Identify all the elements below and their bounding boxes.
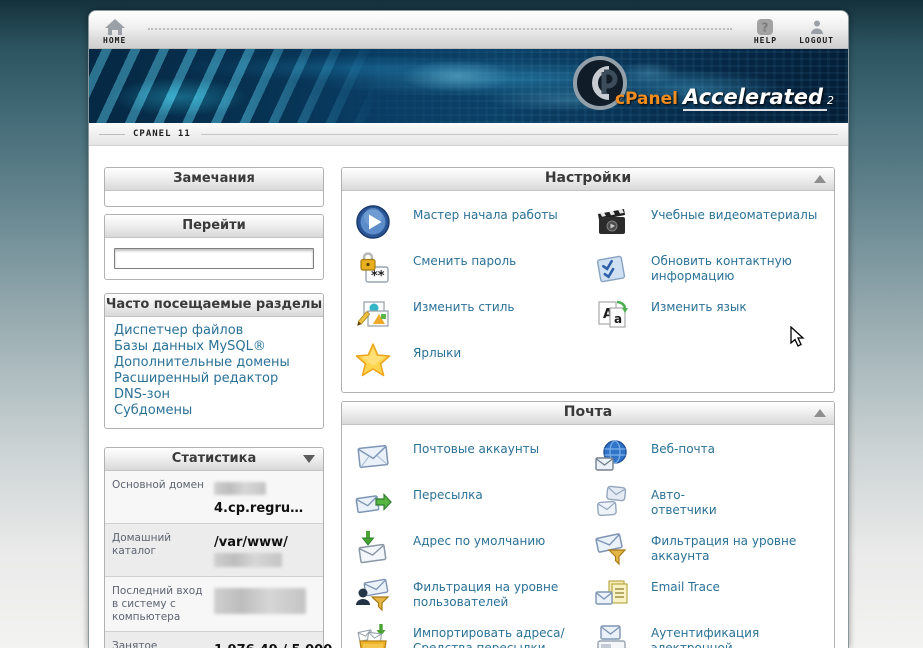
stat-row-home-directory: Домашний каталог /var/www/ <box>105 523 323 576</box>
mail-panel: Почта Почтовые а <box>341 401 835 648</box>
sidebar-link-file-manager[interactable]: Диспетчер файлов <box>114 323 314 339</box>
email-trace-icon <box>592 575 630 613</box>
item-email-trace[interactable]: Email Trace <box>592 572 830 618</box>
sidebar: Замечания Перейти Часто посещаемые разде… <box>104 167 324 648</box>
topbar: HOME ? HELP LOGOUT <box>89 11 848 49</box>
help-button[interactable]: ? HELP <box>754 19 777 45</box>
brand-accelerated-sub: 2 <box>827 94 834 107</box>
logout-button[interactable]: LOGOUT <box>799 19 834 45</box>
import-addresses-icon <box>354 621 392 648</box>
svg-text:a: a <box>614 312 622 326</box>
item-forwarders[interactable]: Пересылка <box>354 480 592 526</box>
home-button[interactable]: HOME <box>103 19 126 45</box>
item-account-level-filtering[interactable]: Фильтрация на уровне аккаунта <box>592 526 830 572</box>
desktop-background: HOME ? HELP LOGOUT <box>0 0 923 648</box>
redacted-value <box>214 588 306 614</box>
redacted-value <box>214 482 266 495</box>
content-area: Замечания Перейти Часто посещаемые разде… <box>89 146 848 648</box>
item-video-tutorials[interactable]: Учебные видеоматериалы <box>592 200 830 246</box>
item-autoresponders[interactable]: Авто- ответчики <box>592 480 830 526</box>
brand-accelerated: Accelerated <box>683 85 827 111</box>
item-shortcuts[interactable]: Ярлыки <box>354 338 592 384</box>
stat-row-last-login: Последний вход в систему с компьютера <box>105 576 323 631</box>
item-change-style[interactable]: Изменить стиль <box>354 292 592 338</box>
update-contact-icon <box>592 249 630 287</box>
main-area: Настройки Мастер начала работы <box>341 167 835 648</box>
user-filtering-icon <box>354 575 392 613</box>
frequent-sections: Часто посещаемые разделы Диспетчер файло… <box>104 293 324 429</box>
item-change-password[interactable]: ** Сменить пароль <box>354 246 592 292</box>
item-change-language[interactable]: A a Изменить язык <box>592 292 830 338</box>
autoresponders-icon <box>592 483 630 521</box>
change-language-icon: A a <box>592 295 630 333</box>
video-tutorials-icon <box>592 203 630 241</box>
forwarders-icon <box>354 483 392 521</box>
banner: cPanel Accelerated 2 <box>89 49 848 123</box>
item-import-addresses[interactable]: Импортировать адреса/ Средства пересылки <box>354 618 592 648</box>
settings-panel-header: Настройки <box>342 168 834 191</box>
item-default-address[interactable]: Адрес по умолчанию <box>354 526 592 572</box>
item-email-authentication[interactable]: Аутентификация электронной почты <box>592 618 830 648</box>
svg-text:?: ? <box>762 21 769 35</box>
mail-panel-header: Почта <box>342 402 834 425</box>
stat-row-disk-space: Занятое дисковое пространство 1 976,49 /… <box>105 631 323 648</box>
change-password-icon: ** <box>354 249 392 287</box>
home-icon <box>105 19 125 35</box>
notes-body <box>105 191 323 206</box>
svg-text:**: ** <box>371 269 385 284</box>
notes-section: Замечания <box>104 167 324 207</box>
version-strip: CPANEL 11 <box>89 123 848 146</box>
sidebar-link-dns-zone-editor[interactable]: Расширенный редактор DNS-зон <box>114 371 314 403</box>
item-webmail[interactable]: Веб-почта <box>592 434 830 480</box>
goto-header: Перейти <box>105 215 323 238</box>
frequent-header: Часто посещаемые разделы <box>105 294 323 317</box>
goto-search-input[interactable] <box>114 248 314 269</box>
help-label: HELP <box>754 36 777 45</box>
sidebar-link-mysql-databases[interactable]: Базы данных MySQL® <box>114 339 314 355</box>
stats-header: Статистика <box>105 448 323 471</box>
sidebar-link-subdomains[interactable]: Субдомены <box>114 403 314 419</box>
topbar-dotted-divider <box>148 28 732 30</box>
goto-section: Перейти <box>104 214 324 280</box>
change-style-icon <box>354 295 392 333</box>
help-icon: ? <box>756 19 774 35</box>
settings-panel: Настройки Мастер начала работы <box>341 167 835 393</box>
default-address-icon <box>354 529 392 567</box>
email-auth-icon <box>592 621 630 648</box>
item-getting-started[interactable]: Мастер начала работы <box>354 200 592 246</box>
brand-name: cPanel <box>615 89 678 109</box>
mail-collapse-icon[interactable] <box>814 409 826 417</box>
stats-section: Статистика Основной домен 4.cp.regru… До… <box>104 447 324 648</box>
item-update-contact-info[interactable]: Обновить контактную информацию <box>592 246 830 292</box>
redacted-value <box>214 553 282 567</box>
notes-header: Замечания <box>105 168 323 191</box>
email-accounts-icon <box>354 437 392 475</box>
webmail-icon <box>592 437 630 475</box>
cpanel-page: HOME ? HELP LOGOUT <box>88 10 849 648</box>
item-user-level-filtering[interactable]: Фильтрация на уровне пользователей <box>354 572 592 618</box>
stats-collapse-icon[interactable] <box>303 455 315 463</box>
settings-collapse-icon[interactable] <box>814 175 826 183</box>
item-email-accounts[interactable]: Почтовые аккаунты <box>354 434 592 480</box>
account-filtering-icon <box>592 529 630 567</box>
home-label: HOME <box>103 36 126 45</box>
logout-label: LOGOUT <box>799 36 834 45</box>
cpanel-logo: cPanel Accelerated 2 <box>571 54 834 116</box>
logout-icon <box>809 19 825 35</box>
getting-started-icon <box>354 203 392 241</box>
version-label: CPANEL 11 <box>133 129 191 139</box>
stat-row-main-domain: Основной домен 4.cp.regru… <box>105 471 323 523</box>
shortcuts-icon <box>354 341 392 379</box>
sidebar-link-addon-domains[interactable]: Дополнительные домены <box>114 355 314 371</box>
